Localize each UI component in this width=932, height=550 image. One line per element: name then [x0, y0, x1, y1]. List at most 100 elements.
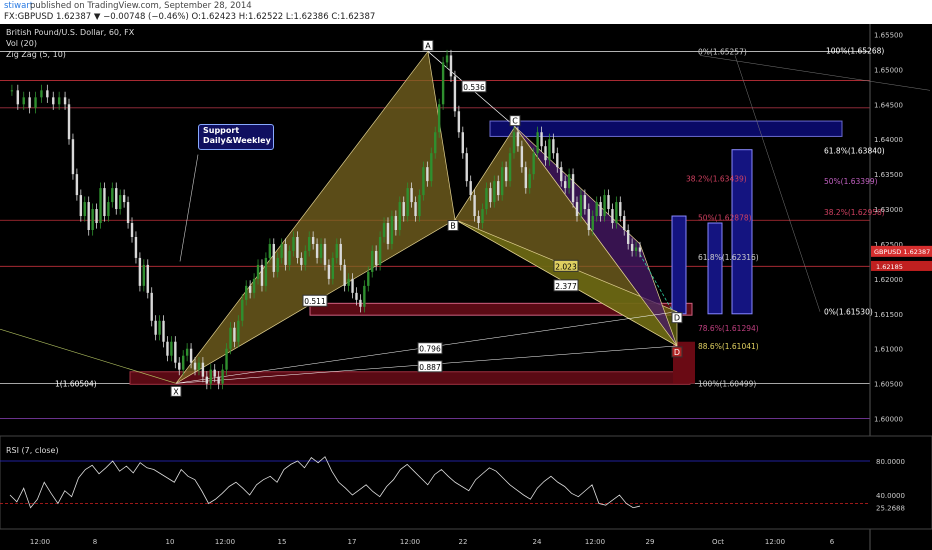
- author-link[interactable]: stiwart: [4, 1, 33, 11]
- candle-body: [300, 257, 303, 265]
- candle-body: [178, 362, 181, 370]
- candle-body: [130, 223, 134, 237]
- rsi-legend: RSI (7, close): [6, 446, 59, 455]
- candle-body: [430, 153, 433, 182]
- candle-body: [402, 202, 405, 217]
- candle-body: [229, 327, 232, 349]
- candle-body: [449, 55, 453, 77]
- pattern-point-D: D: [674, 348, 680, 357]
- supply-box: [489, 120, 843, 137]
- candle-body: [87, 202, 90, 230]
- candle-body: [233, 327, 236, 342]
- candle-body: [355, 292, 358, 300]
- candle-body: [10, 90, 14, 92]
- price-chart[interactable]: X A B C D D 0.536 0.511 0.796 0.887 2.023 2.377 0%(1…: [0, 24, 932, 550]
- candle-body: [536, 132, 539, 154]
- time-tick-9: 12:00: [585, 538, 605, 546]
- candle-body: [595, 202, 598, 217]
- fib-label-3: 38.2%(1.63439): [686, 174, 747, 183]
- candle-body: [351, 278, 354, 293]
- candle-body: [441, 62, 445, 105]
- price-tag-2: 1.62185: [876, 263, 903, 271]
- candle-body: [414, 202, 417, 217]
- candle-body: [79, 195, 83, 217]
- candle-body: [453, 76, 457, 112]
- candle-body: [434, 132, 437, 154]
- candle-body: [382, 223, 386, 237]
- candle-body: [374, 250, 378, 265]
- candle-body: [296, 236, 299, 258]
- candle-body: [359, 299, 362, 307]
- fib-label-5: 50%(1.62878): [698, 214, 752, 223]
- candle-body: [134, 236, 138, 258]
- candle-body: [575, 202, 579, 217]
- candle-body: [268, 243, 272, 258]
- candle-body: [280, 243, 283, 258]
- candle-body: [347, 278, 350, 286]
- candle-body: [520, 146, 524, 168]
- time-tick-8: 24: [533, 538, 542, 546]
- pattern-point-X: X: [173, 387, 179, 396]
- time-tick-13: 6: [830, 538, 835, 546]
- time-tick-0: 12:00: [30, 538, 50, 546]
- candle-body: [473, 195, 476, 217]
- candle-body: [248, 285, 252, 293]
- candle-body: [166, 341, 169, 356]
- symbol-ohlc: FX:GBPUSD 1.62387 ▼ −0.00748 (−0.46%) O:…: [4, 12, 376, 22]
- candle-body: [619, 202, 622, 217]
- candle-body: [630, 243, 634, 251]
- candle-body: [237, 320, 240, 342]
- candle-body: [485, 188, 488, 210]
- candle-body: [284, 243, 287, 265]
- candle-body: [367, 271, 370, 286]
- time-tick-2: 10: [166, 538, 175, 546]
- candle-body: [95, 209, 98, 224]
- fib-label-4: 50%(1.63399): [824, 177, 878, 186]
- candle-body: [264, 257, 268, 286]
- candle-body: [288, 250, 291, 265]
- ratio-label-0: 0.536: [463, 83, 485, 92]
- candle-body: [158, 320, 161, 335]
- rsi-tick-1: 40.0000: [876, 492, 905, 500]
- time-tick-3: 12:00: [215, 538, 235, 546]
- candle-body: [122, 195, 126, 203]
- ratio-label-5: 2.377: [555, 282, 577, 291]
- legend-title: British Pound/U.S. Dollar, 60, FX: [6, 28, 135, 37]
- candle-body: [142, 264, 146, 286]
- candle-body: [150, 292, 153, 321]
- candle-body: [272, 243, 275, 272]
- candle-body: [481, 209, 484, 224]
- candle-body: [390, 216, 394, 244]
- candle-body: [386, 223, 390, 244]
- candle-body: [260, 264, 264, 286]
- pattern-point-C: C: [512, 117, 518, 126]
- pattern-point-B: B: [450, 222, 456, 231]
- candle-body: [571, 174, 575, 203]
- candle-body: [174, 341, 177, 363]
- time-tick-4: 15: [278, 538, 287, 546]
- ratio-label-1: 0.511: [304, 297, 326, 306]
- candle-body: [111, 188, 114, 203]
- candle-body: [591, 216, 594, 230]
- fib-label-9: 78.6%(1.61294): [698, 324, 759, 333]
- legend-zigzag: Zig Zag (5, 10): [6, 50, 66, 59]
- candle-body: [418, 195, 421, 217]
- candle-body: [335, 243, 338, 258]
- candle-body: [241, 299, 244, 321]
- candle-body: [579, 195, 583, 217]
- fib-label-1: 100%(1.65268): [826, 47, 884, 56]
- candle-body: [213, 369, 216, 377]
- candle-body: [315, 243, 319, 258]
- fib-label-11: 100%(1.60499): [698, 380, 756, 389]
- price-tick-4: 1.63500: [874, 171, 903, 179]
- pattern-point-A: A: [425, 41, 431, 50]
- fib-label-10: 88.6%(1.61041): [698, 342, 759, 351]
- candle-body: [363, 285, 366, 307]
- candle-body: [437, 104, 441, 133]
- candle-body: [394, 216, 398, 230]
- price-tick-2: 1.64500: [874, 101, 903, 109]
- candle-body: [477, 216, 480, 224]
- candle-body: [343, 264, 346, 286]
- fib-label-7: 61.8%(1.62316): [698, 253, 759, 262]
- time-tick-7: 22: [459, 538, 468, 546]
